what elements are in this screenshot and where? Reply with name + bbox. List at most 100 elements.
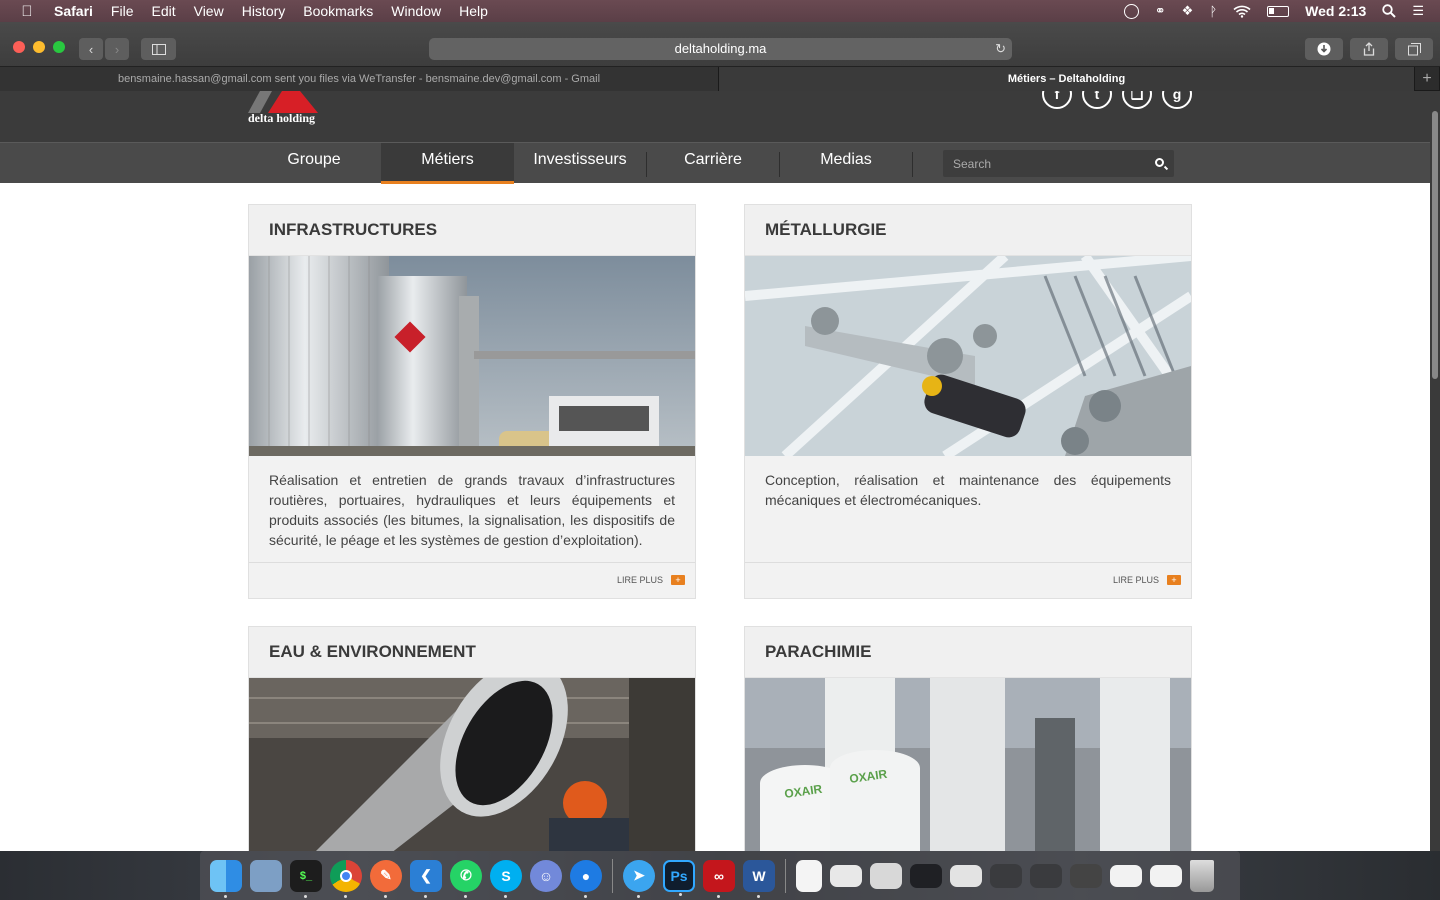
card-footer: LIRE PLUS + — [249, 562, 695, 598]
minimized-window-icon[interactable] — [1110, 864, 1142, 887]
skype-icon[interactable]: S — [490, 859, 522, 898]
window-controls — [13, 41, 65, 53]
battery-icon[interactable] — [1267, 5, 1290, 17]
creative-cloud-icon[interactable]: ⚭ — [1155, 3, 1166, 19]
menu-history[interactable]: History — [233, 0, 295, 22]
delta-logo-icon[interactable] — [248, 91, 318, 113]
minimized-window-icon[interactable] — [950, 864, 982, 887]
card-image-pipe-factory[interactable] — [249, 678, 695, 851]
card-infrastructures: INFRASTRUCTURES Réalisation et entretien… — [248, 204, 696, 599]
tab-metiers[interactable]: Métiers – Deltaholding — [719, 67, 1415, 91]
close-window-button[interactable] — [13, 41, 25, 53]
minimized-window-icon[interactable] — [1150, 864, 1182, 887]
main-nav: Groupe Métiers Investisseurs Carrière Me… — [0, 142, 1430, 184]
document-icon[interactable] — [796, 859, 822, 892]
menu-view[interactable]: View — [185, 0, 233, 22]
logo-text[interactable]: delta holding — [248, 111, 315, 126]
card-title[interactable]: PARACHIMIE — [745, 627, 1191, 678]
trash-icon[interactable] — [1190, 859, 1214, 892]
tab-gmail[interactable]: bensmaine.hassan@gmail.com sent you file… — [0, 67, 719, 91]
back-button[interactable]: ‹ — [79, 38, 103, 60]
preview-icon[interactable] — [250, 859, 282, 892]
minimized-window-icon[interactable] — [830, 864, 862, 887]
macos-menubar:  Safari File Edit View History Bookmark… — [0, 0, 1440, 22]
card-image-fuel-tanks[interactable] — [249, 256, 695, 456]
card-metallurgie: MÉTALLURGIE Conception, réalisation et m… — [744, 204, 1192, 599]
card-image-steel-structure[interactable] — [745, 256, 1191, 456]
menubar-clock[interactable]: Wed 2:13 — [1305, 3, 1366, 19]
menu-bookmarks[interactable]: Bookmarks — [294, 0, 382, 22]
new-tab-button[interactable]: + — [1415, 67, 1440, 91]
wifi-icon[interactable] — [1233, 5, 1251, 18]
minimize-window-button[interactable] — [33, 41, 45, 53]
menu-edit[interactable]: Edit — [142, 0, 184, 22]
sketch-pen-icon[interactable]: ✎ — [370, 859, 402, 898]
chrome-icon[interactable] — [330, 859, 362, 898]
facebook-icon[interactable]: f — [1042, 91, 1072, 109]
tab-bar: bensmaine.hassan@gmail.com sent you file… — [0, 67, 1440, 91]
safari-icon[interactable]: ➤ — [623, 859, 655, 898]
site-header: delta holding f t ❑ g — [0, 91, 1430, 142]
address-bar[interactable]: deltaholding.ma ↻ — [429, 38, 1012, 60]
menu-app-name[interactable]: Safari — [54, 0, 102, 22]
minimized-window-icon[interactable] — [910, 863, 942, 888]
menu-help[interactable]: Help — [450, 0, 497, 22]
dock-separator — [612, 858, 613, 893]
nav-groupe[interactable]: Groupe — [248, 143, 380, 184]
address-url: deltaholding.ma — [674, 41, 767, 56]
minimized-window-icon[interactable] — [1070, 863, 1102, 888]
bluetooth-icon[interactable]: ᚹ — [1209, 4, 1217, 19]
search-icon[interactable] — [1155, 158, 1164, 167]
search-input[interactable] — [943, 150, 1143, 177]
nav-divider — [912, 152, 913, 177]
card-title[interactable]: EAU & ENVIRONNEMENT — [249, 627, 695, 678]
read-more-link[interactable]: LIRE PLUS + — [617, 575, 685, 585]
nav-metiers[interactable]: Métiers — [381, 143, 514, 184]
read-more-link[interactable]: LIRE PLUS + — [1113, 575, 1181, 585]
vscode-icon[interactable]: ❮ — [410, 859, 442, 898]
twitter-icon[interactable]: t — [1082, 91, 1112, 109]
photoshop-icon[interactable]: Ps — [663, 859, 695, 896]
minimized-window-icon[interactable] — [870, 862, 902, 889]
menu-file[interactable]: File — [102, 0, 143, 22]
dropbox-icon[interactable]: ❖ — [1182, 3, 1194, 19]
tab-overview-button[interactable] — [1395, 38, 1433, 60]
google-plus-icon[interactable]: g — [1162, 91, 1192, 109]
card-image-gas-tanks[interactable]: OXAIR OXAIR — [745, 678, 1191, 851]
scrollbar-thumb[interactable] — [1432, 111, 1438, 379]
plus-icon: + — [1167, 575, 1181, 585]
card-title[interactable]: INFRASTRUCTURES — [249, 205, 695, 256]
zoom-window-button[interactable] — [53, 41, 65, 53]
dock-separator — [785, 858, 786, 893]
safari-toolbar: ‹ › deltaholding.ma ↻ — [0, 22, 1440, 67]
apple-menu-icon[interactable]:  — [0, 3, 54, 20]
terminal-icon[interactable]: $_ — [290, 859, 322, 898]
acrobat-icon[interactable]: ∞ — [703, 859, 735, 898]
nav-medias[interactable]: Medias — [780, 143, 912, 184]
minimized-window-icon[interactable] — [990, 863, 1022, 888]
sidebar-toggle-button[interactable] — [141, 38, 176, 60]
minimized-window-icon[interactable] — [1030, 863, 1062, 888]
whatsapp-icon[interactable]: ✆ — [450, 859, 482, 898]
reload-icon[interactable]: ↻ — [995, 38, 1006, 60]
finder-icon[interactable] — [210, 859, 242, 898]
card-description: Réalisation et entretien de grands trava… — [269, 472, 675, 548]
card-title[interactable]: MÉTALLURGIE — [745, 205, 1191, 256]
page-scrollbar[interactable] — [1430, 91, 1440, 851]
rss-icon[interactable]: ❑ — [1122, 91, 1152, 109]
maps-pin-icon[interactable]: ● — [570, 859, 602, 898]
menu-window[interactable]: Window — [382, 0, 450, 22]
nav-carriere[interactable]: Carrière — [647, 143, 779, 184]
site-search — [943, 150, 1174, 177]
spotlight-icon[interactable] — [1382, 4, 1397, 18]
downloads-button[interactable] — [1305, 38, 1343, 60]
word-icon[interactable]: W — [743, 859, 775, 898]
card-parachimie: PARACHIMIE OXAIR OXAIR — [744, 626, 1192, 851]
time-machine-icon[interactable] — [1123, 3, 1139, 19]
share-button[interactable] — [1350, 38, 1388, 60]
discord-icon[interactable]: ☺ — [530, 859, 562, 892]
social-links: f t ❑ g — [1042, 91, 1192, 109]
nav-investisseurs[interactable]: Investisseurs — [514, 143, 646, 184]
notification-center-icon[interactable]: ☰ — [1412, 3, 1424, 19]
forward-button[interactable]: › — [105, 38, 129, 60]
